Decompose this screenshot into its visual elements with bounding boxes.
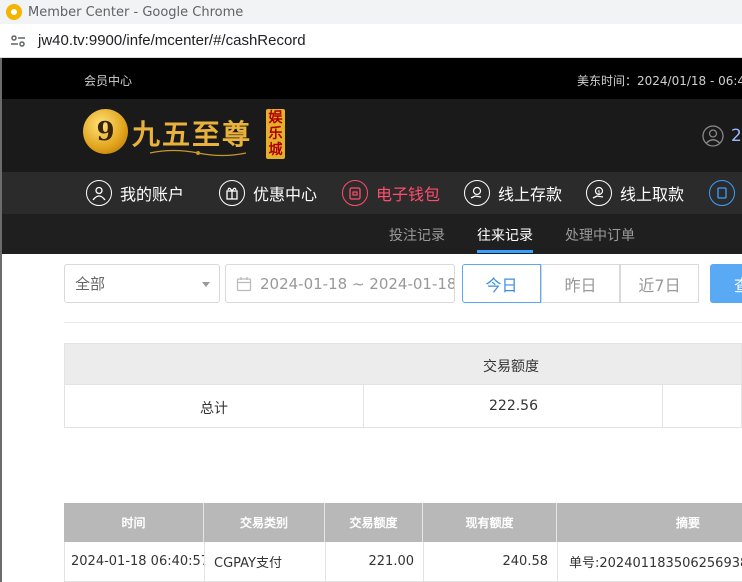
divider xyxy=(662,385,663,427)
member-center-link[interactable]: 会员中心 xyxy=(84,72,132,89)
nav-item-online-withdraw[interactable]: $ 线上取款 xyxy=(586,180,684,206)
calendar-icon xyxy=(236,276,252,291)
tab-transaction-records[interactable]: 往来记录 xyxy=(477,225,533,253)
tab-pending-orders[interactable]: 处理中订单 xyxy=(565,225,635,245)
chevron-down-icon xyxy=(202,282,210,287)
type-select[interactable]: 全部 xyxy=(64,264,220,303)
url-text[interactable]: jw40.tv:9900/infe/mcenter/#/cashRecord xyxy=(38,32,306,49)
browser-titlebar: Member Center - Google Chrome xyxy=(0,0,742,24)
nav-item-my-account[interactable]: 我的账户 xyxy=(86,180,184,206)
tab-bet-records[interactable]: 投注记录 xyxy=(389,225,445,245)
summary-header-amount: 交易额度 xyxy=(483,359,539,375)
summary-header: 交易额度 xyxy=(64,343,742,385)
date-range-input[interactable]: 2024-01-18 ~ 2024-01-18 xyxy=(225,264,455,303)
wallet-icon xyxy=(342,180,368,206)
address-bar[interactable]: jw40.tv:9900/infe/mcenter/#/cashRecord xyxy=(0,24,742,58)
nav-item-more[interactable] xyxy=(709,180,742,206)
window-title: Member Center - Google Chrome xyxy=(28,4,244,20)
site-settings-icon[interactable] xyxy=(10,33,26,49)
logo-text[interactable]: 九五至尊 xyxy=(132,113,252,153)
user-icon xyxy=(86,180,112,206)
summary-total-label: 总计 xyxy=(200,401,228,417)
query-button[interactable]: 查 xyxy=(710,264,742,303)
nav-item-ewallet[interactable]: 电子钱包 xyxy=(342,180,440,206)
table-row: 2024-01-18 06:40:57 CGPAY支付 221.00 240.5… xyxy=(64,542,742,582)
deposit-icon xyxy=(464,180,490,206)
divider xyxy=(363,385,364,427)
last-7-days-button[interactable]: 近7日 xyxy=(620,264,699,303)
main-nav: 我的账户 优惠中心 电子钱包 线上存款 $ 线上取款 xyxy=(2,172,742,214)
logo-bar: 9 九五至尊 娱 乐 城 2 xyxy=(2,99,742,172)
cell-time: 2024-01-18 06:40:57 xyxy=(65,542,205,581)
yesterday-button[interactable]: 昨日 xyxy=(541,264,620,303)
logo-swirl-icon xyxy=(149,149,247,157)
sub-nav: 投注记录 往来记录 处理中订单 xyxy=(2,214,742,254)
nav-item-promotions[interactable]: 优惠中心 xyxy=(219,180,317,206)
logo-badge: 娱 乐 城 xyxy=(266,109,285,159)
svg-text:$: $ xyxy=(597,190,600,196)
column-header-type: 交易类别 xyxy=(204,503,325,542)
withdraw-icon: $ xyxy=(586,180,612,206)
today-button[interactable]: 今日 xyxy=(462,264,541,303)
chrome-logo-icon xyxy=(6,4,22,20)
server-time: 美东时间：2024/01/18 - 06:47 xyxy=(577,74,742,88)
gift-icon xyxy=(219,180,245,206)
top-strip: 会员中心 美东时间：2024/01/18 - 06:47 xyxy=(2,58,742,99)
column-header-amount: 交易额度 xyxy=(325,503,423,542)
account-avatar-icon[interactable] xyxy=(702,125,724,147)
column-header-balance: 现有额度 xyxy=(423,503,557,542)
column-header-summary: 摘要 xyxy=(675,516,700,530)
cell-type: CGPAY支付 xyxy=(205,542,326,581)
account-name-partial[interactable]: 2 xyxy=(731,126,742,146)
summary-total-amount: 222.56 xyxy=(489,398,538,414)
logo-mark[interactable]: 9 xyxy=(83,109,128,154)
cell-summary: 单号:202401183506256938 xyxy=(569,556,742,571)
cell-amount: 221.00 xyxy=(326,542,424,581)
summary-row: 总计 222.56 xyxy=(64,385,742,428)
nav-item-online-deposit[interactable]: 线上存款 xyxy=(464,180,562,206)
column-header-time: 时间 xyxy=(64,503,204,542)
records-table-header: 时间 交易类别 交易额度 现有额度 摘要 xyxy=(64,503,742,542)
record-icon xyxy=(709,180,735,206)
cell-balance: 240.58 xyxy=(424,542,558,581)
divider xyxy=(64,322,742,323)
